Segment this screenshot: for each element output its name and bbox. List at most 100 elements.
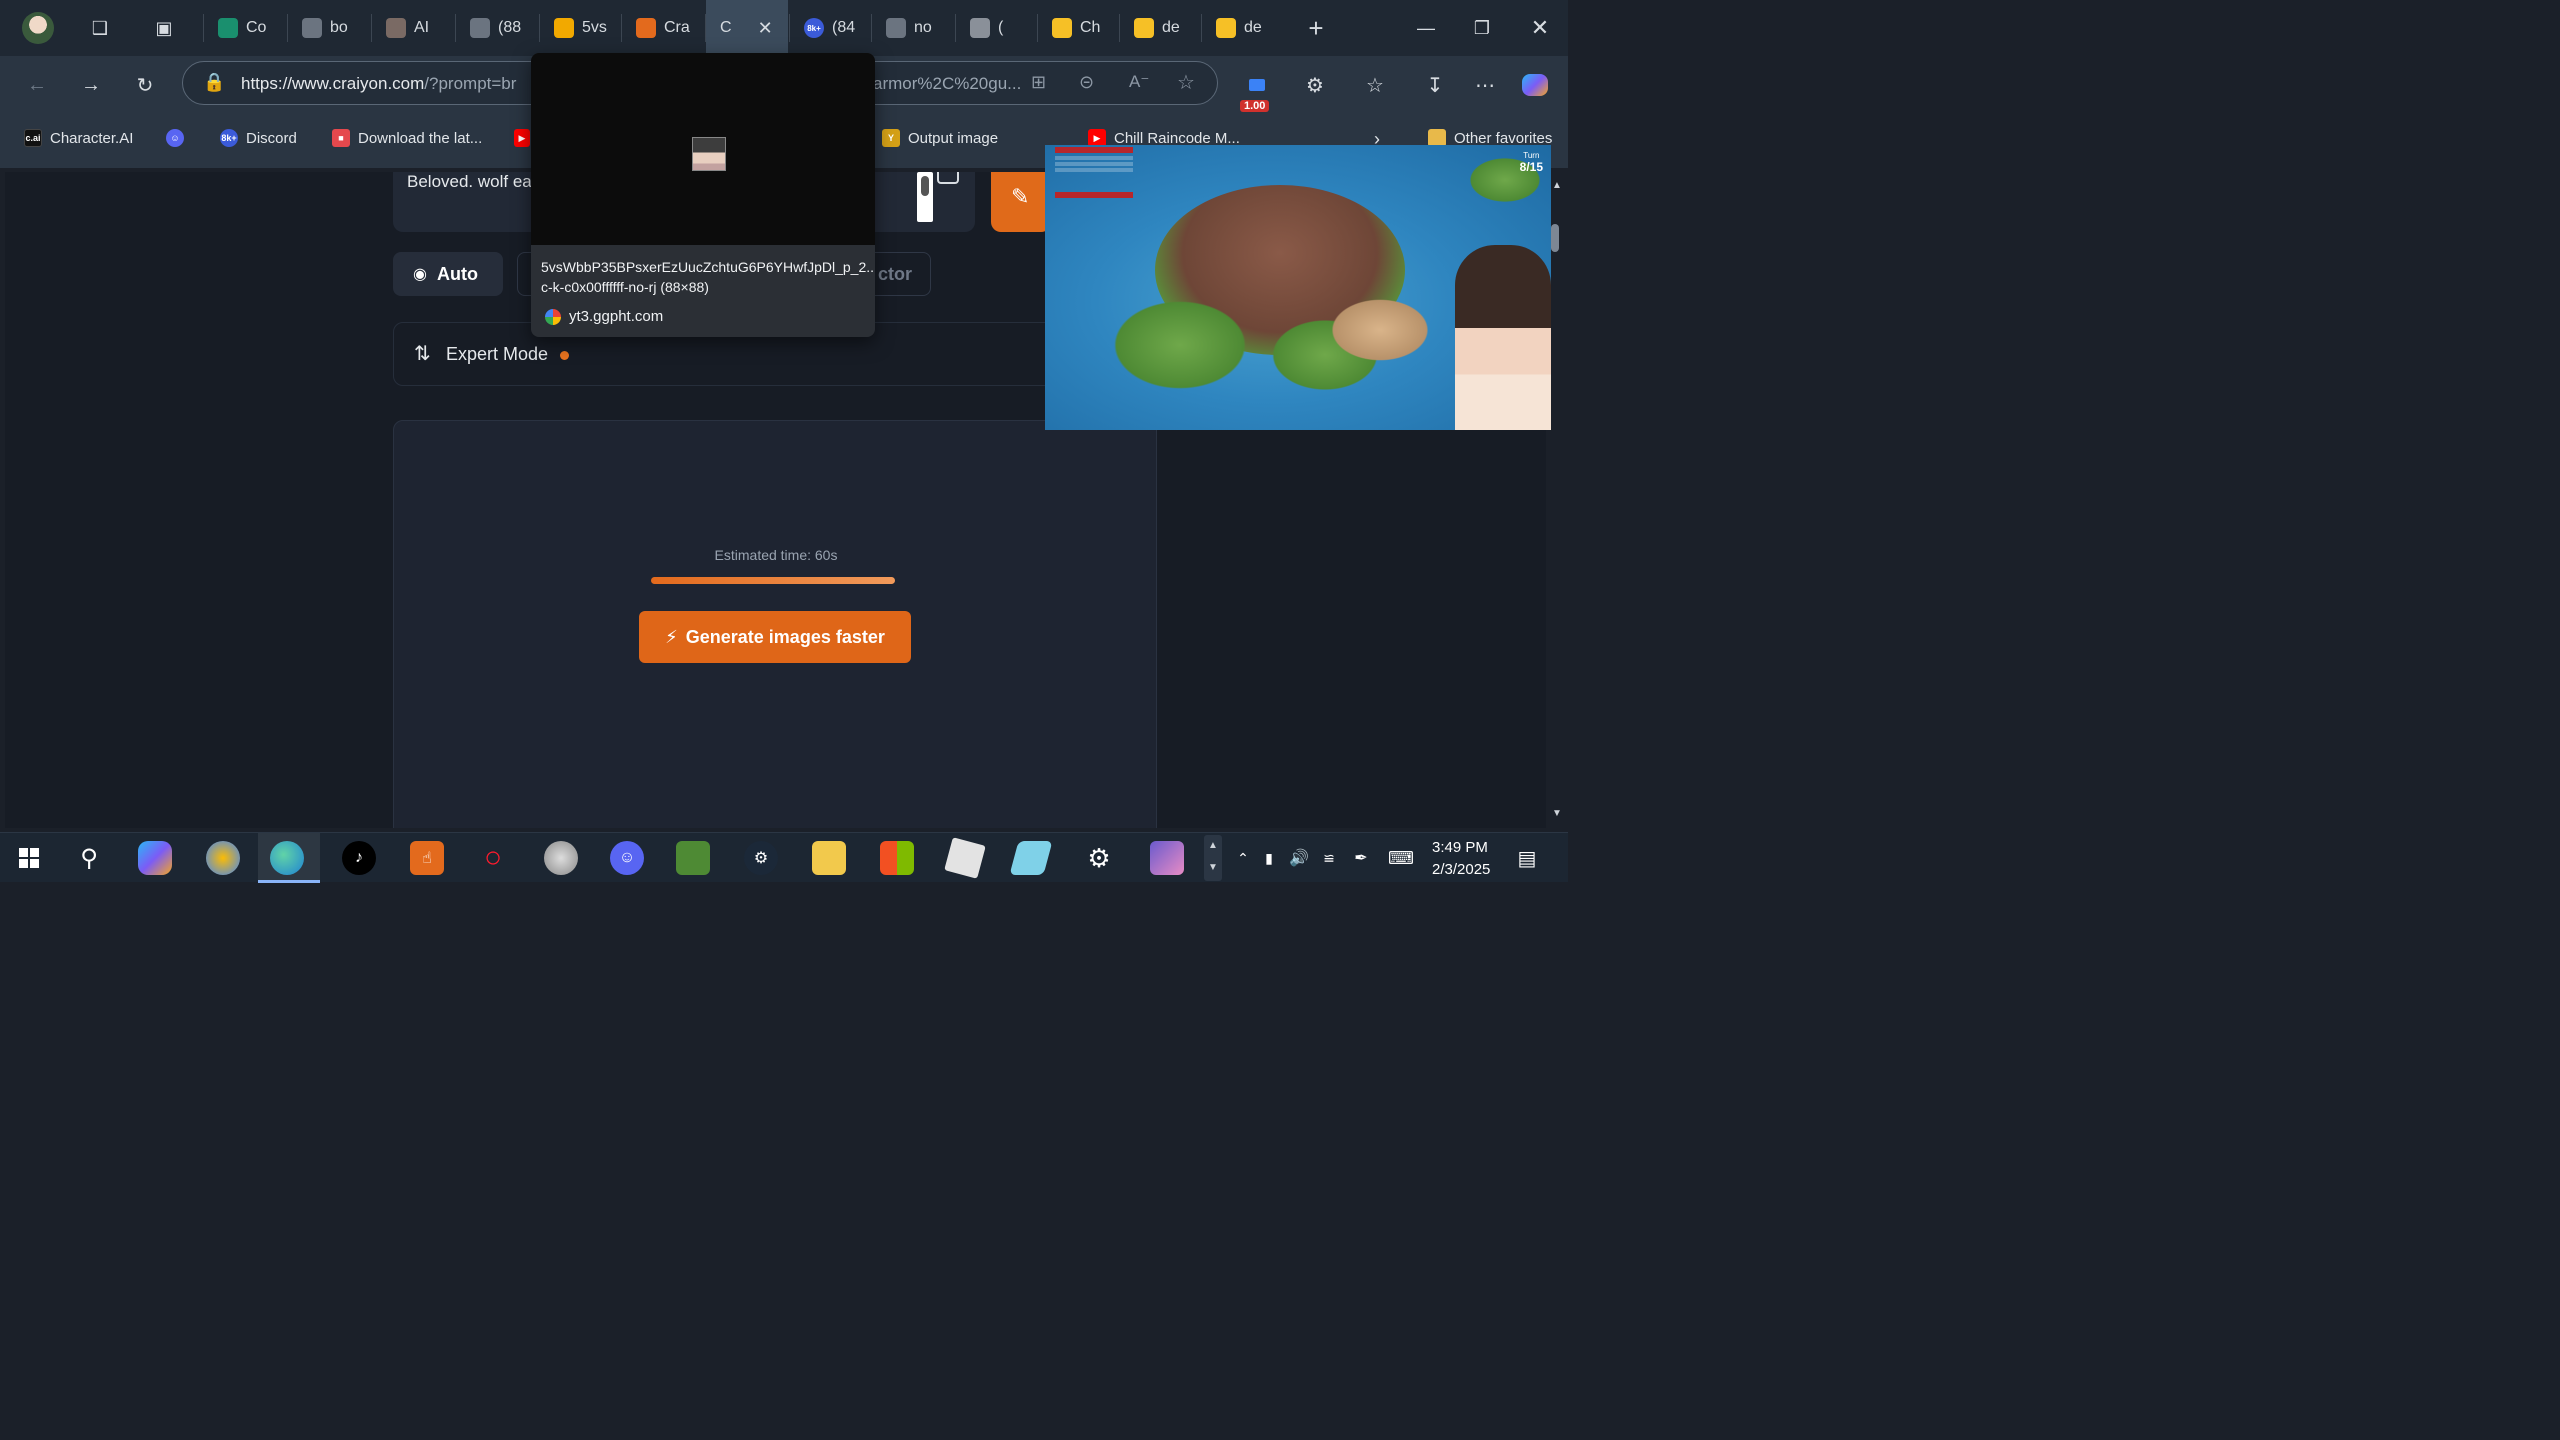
- browser-tab[interactable]: de: [1202, 12, 1284, 44]
- expert-mode-indicator: [560, 351, 569, 360]
- lightning-icon: ⚡: [665, 626, 678, 647]
- extensions-icon[interactable]: ⚙: [1300, 70, 1330, 100]
- avatar-thumbnail: [692, 137, 726, 171]
- prompt-scrollbar[interactable]: [917, 172, 933, 222]
- draw-button[interactable]: ✎: [991, 172, 1051, 232]
- tab-actions-icon[interactable]: ▣: [150, 14, 178, 42]
- picture-in-picture-video[interactable]: Turn 8/15: [1045, 145, 1551, 430]
- close-window-button[interactable]: ✕: [1526, 14, 1554, 42]
- tab-separator: [539, 14, 540, 42]
- discord-app-icon[interactable]: ☺: [610, 841, 644, 875]
- add-favorite-icon[interactable]: ☆: [1177, 70, 1195, 95]
- clock-time[interactable]: 3:49 PM: [1432, 839, 1488, 856]
- taskbar-scroll-buttons[interactable]: ▲ ▼: [1204, 835, 1222, 881]
- search-icon[interactable]: ⚲: [72, 841, 106, 875]
- favorites-icon[interactable]: ☆: [1360, 70, 1390, 100]
- progress-bar: [651, 577, 895, 584]
- tab-label: AI: [414, 19, 430, 36]
- tab-label: de: [1162, 19, 1180, 36]
- tab-label: Ch: [1080, 19, 1101, 36]
- touch-app-icon[interactable]: ☝: [410, 841, 444, 875]
- browser-tab[interactable]: Cra: [622, 12, 704, 44]
- favorite-download[interactable]: ■ Download the lat...: [332, 129, 482, 147]
- clock-date[interactable]: 2/3/2025: [1432, 861, 1490, 878]
- sliders-icon: ⇅: [414, 343, 431, 365]
- browser-tab[interactable]: de: [1120, 12, 1202, 44]
- browser-tab[interactable]: (88: [456, 12, 538, 44]
- favorite-character-ai[interactable]: c.ai Character.AI: [24, 129, 133, 147]
- tab-favicon-icon: [636, 18, 656, 38]
- app-available-icon[interactable]: ⊞: [1031, 72, 1046, 93]
- generate-faster-button[interactable]: ⚡ Generate images faster: [639, 611, 911, 663]
- favorite-youtube[interactable]: ▶: [514, 129, 530, 147]
- forward-button[interactable]: →: [76, 70, 106, 100]
- volume-icon[interactable]: 🔊: [1282, 841, 1316, 875]
- notifications-icon[interactable]: ▤: [1510, 841, 1544, 875]
- tab-label: bo: [330, 19, 348, 36]
- anime-app-icon[interactable]: [1150, 841, 1184, 875]
- wifi-icon[interactable]: ≌: [1312, 841, 1346, 875]
- minecraft-app-icon[interactable]: [676, 841, 710, 875]
- copilot-app-icon[interactable]: [138, 841, 172, 875]
- image-upload-icon[interactable]: [937, 172, 959, 184]
- extension-badge: 1.00: [1240, 100, 1270, 112]
- tab-favicon-icon: 8k+: [804, 18, 824, 38]
- tiktok-app-icon[interactable]: ♪: [342, 841, 376, 875]
- notes-app-icon[interactable]: [1009, 841, 1053, 875]
- browser-tab[interactable]: AI: [372, 12, 454, 44]
- microsoft-store-icon[interactable]: [880, 841, 914, 875]
- zoom-icon[interactable]: ⊝: [1079, 72, 1094, 93]
- pen-icon[interactable]: ✒: [1344, 841, 1378, 875]
- tab-label: (: [998, 19, 1004, 36]
- keyboard-icon[interactable]: ⌨: [1384, 841, 1418, 875]
- refresh-button[interactable]: ↻: [130, 70, 160, 100]
- workspaces-icon[interactable]: ❑: [86, 14, 114, 42]
- profile-avatar[interactable]: [22, 12, 54, 44]
- tab-label: Co: [246, 19, 267, 36]
- tab-favicon-icon: [470, 18, 490, 38]
- start-button[interactable]: [12, 841, 46, 875]
- minimize-button[interactable]: —: [1412, 14, 1440, 42]
- url-tail-text[interactable]: armor%2C%20gu...: [873, 74, 1021, 94]
- read-aloud-icon[interactable]: A⁻: [1129, 72, 1149, 92]
- browser-tab[interactable]: 5vs: [540, 12, 622, 44]
- paint-app-icon[interactable]: [544, 841, 578, 875]
- favorite-output-image[interactable]: Y Output image: [882, 129, 998, 147]
- lock-icon[interactable]: 🔒: [203, 72, 225, 93]
- roblox-app-icon[interactable]: [944, 837, 986, 879]
- file-explorer-icon[interactable]: [812, 841, 846, 875]
- estimated-time: Estimated time: 60s: [714, 547, 838, 563]
- tab-label: Cra: [664, 19, 690, 36]
- restore-button[interactable]: ❐: [1468, 14, 1496, 42]
- auto-style-button[interactable]: ◉ Auto: [393, 252, 503, 296]
- browser-tab[interactable]: 8k+ (84: [790, 12, 872, 44]
- tab-favicon-icon: [970, 18, 990, 38]
- downloads-icon[interactable]: ↧: [1420, 70, 1450, 100]
- close-tab-icon[interactable]: ✕: [758, 18, 773, 39]
- tab-favicon-icon: [386, 18, 406, 38]
- browser-tab[interactable]: (: [956, 12, 1038, 44]
- pencil-icon: ✎: [1011, 184, 1030, 209]
- tab-favicon-icon: [886, 18, 906, 38]
- browser-tab[interactable]: bo: [288, 12, 370, 44]
- tab-separator: [1119, 14, 1120, 42]
- photos-app-icon[interactable]: [206, 841, 240, 875]
- back-button[interactable]: ←: [22, 70, 52, 100]
- copilot-icon[interactable]: [1520, 70, 1550, 100]
- browser-tab[interactable]: Co: [204, 12, 286, 44]
- steam-app-icon[interactable]: ⚙: [744, 841, 778, 875]
- settings-app-icon[interactable]: ⚙: [1082, 841, 1116, 875]
- browser-tab[interactable]: no: [872, 12, 954, 44]
- url-text[interactable]: https://www.craiyon.com/?prompt=br: [241, 74, 516, 94]
- youtube-icon: ▶: [514, 129, 530, 147]
- favorite-discord-icon-only[interactable]: ☺: [166, 129, 184, 147]
- more-menu-icon[interactable]: ⋯: [1470, 70, 1500, 100]
- new-tab-button[interactable]: +: [1302, 13, 1330, 43]
- favorite-discord[interactable]: 8k+ Discord: [220, 129, 297, 147]
- tab-separator: [287, 14, 288, 42]
- browser-tab[interactable]: C ✕: [706, 0, 788, 56]
- browser-tab[interactable]: Ch: [1038, 12, 1120, 44]
- opera-app-icon[interactable]: ○: [476, 841, 510, 875]
- battery-icon[interactable]: ▮: [1252, 841, 1286, 875]
- extension-counter-icon[interactable]: 1.00: [1240, 70, 1274, 112]
